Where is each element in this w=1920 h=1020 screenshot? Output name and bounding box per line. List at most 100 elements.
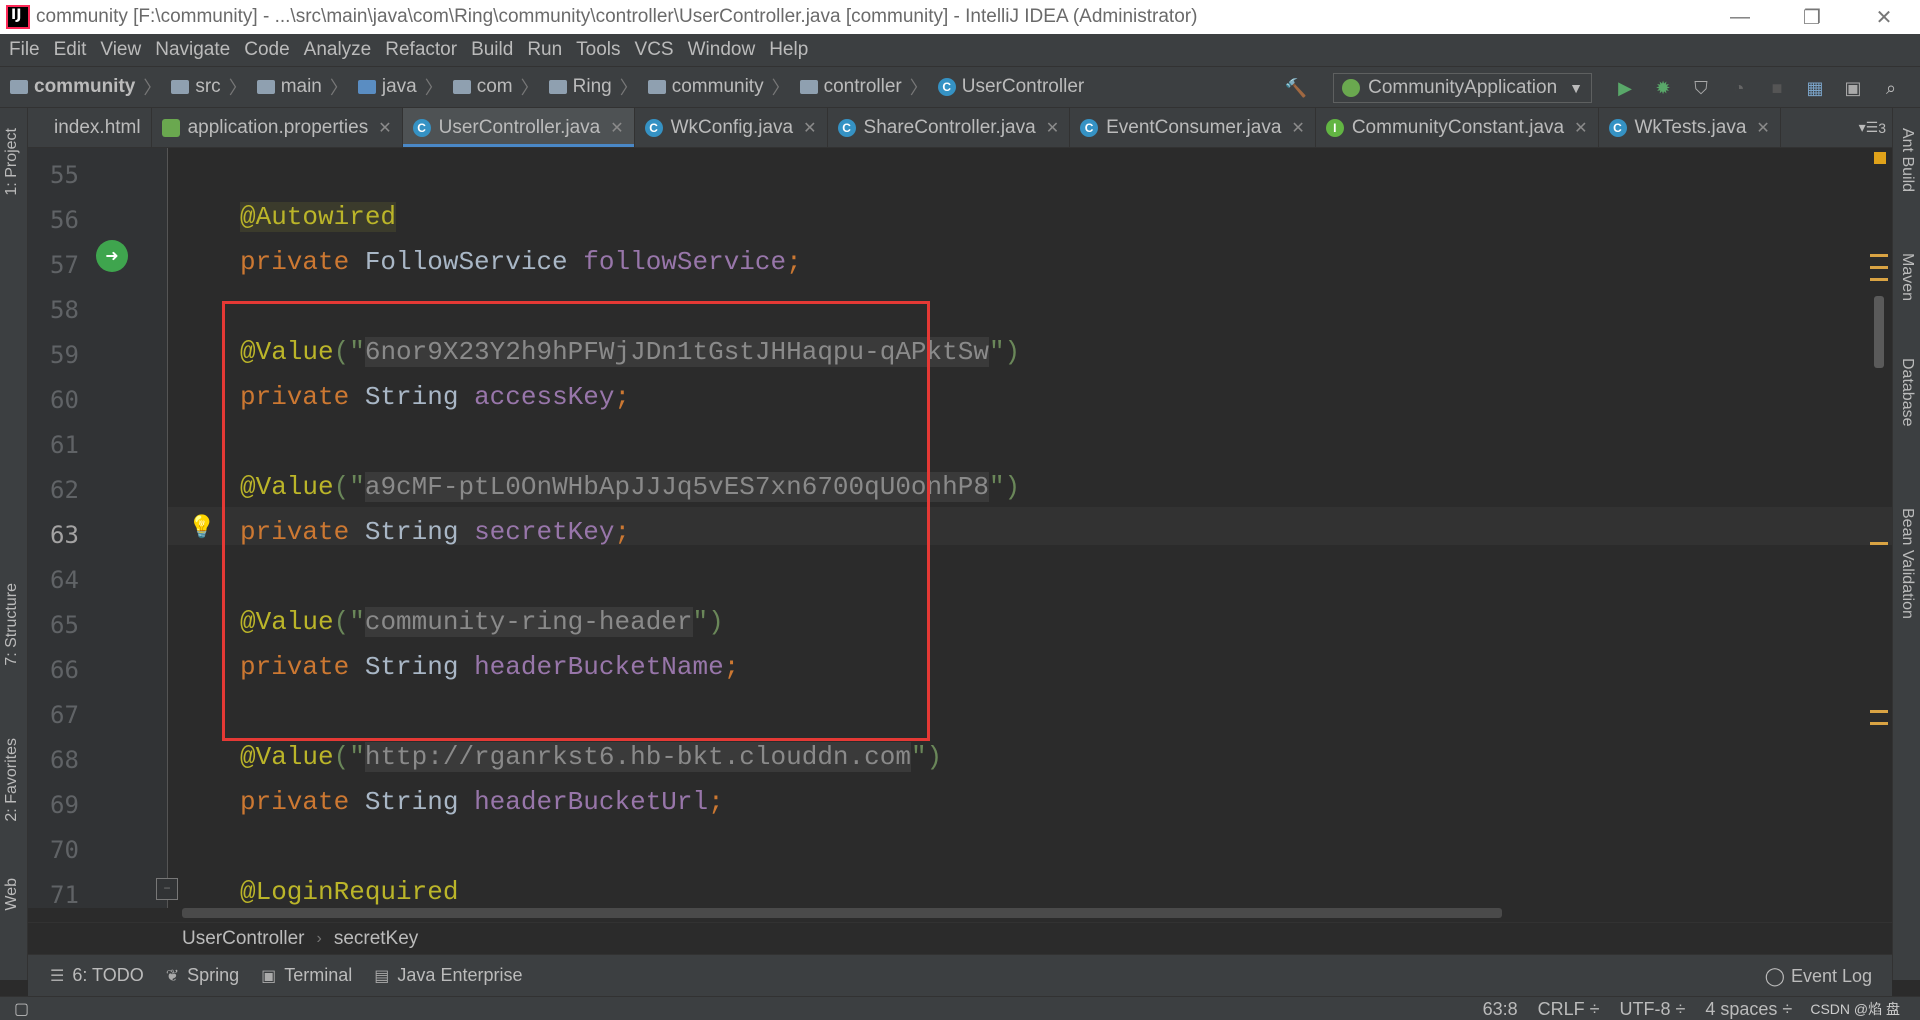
crumb-controller[interactable]: controller 〉 <box>799 74 928 100</box>
close-icon[interactable]: ✕ <box>610 118 623 138</box>
presentation-icon[interactable]: ▣ <box>1834 69 1872 107</box>
warning-status-icon[interactable] <box>1874 152 1886 164</box>
class-icon: C <box>837 118 856 137</box>
warning-mark[interactable] <box>1870 266 1888 269</box>
event-log-button[interactable]: ◯ Event Log <box>1765 955 1872 997</box>
close-icon[interactable]: ✕ <box>803 118 816 138</box>
menu-build[interactable]: Build <box>466 39 518 61</box>
menu-code[interactable]: Code <box>239 39 294 61</box>
spring-tool-button[interactable]: ❦ Spring <box>166 965 239 986</box>
close-icon[interactable]: ✕ <box>378 118 391 138</box>
close-button[interactable]: ✕ <box>1848 0 1920 34</box>
warning-mark[interactable] <box>1870 722 1888 725</box>
close-icon[interactable]: ✕ <box>1291 118 1304 138</box>
build-hammer-icon[interactable]: 🔨 <box>1277 69 1315 107</box>
menu-analyze[interactable]: Analyze <box>299 39 377 61</box>
menu-view[interactable]: View <box>95 39 146 61</box>
menu-tools[interactable]: Tools <box>571 39 625 61</box>
terminal-tool-button[interactable]: ▣ Terminal <box>261 965 352 986</box>
tab-application-properties[interactable]: application.properties ✕ <box>152 108 403 147</box>
close-icon[interactable]: ✕ <box>1046 118 1059 138</box>
horizontal-scrollbar[interactable] <box>182 908 1502 918</box>
breadcrumb-member[interactable]: secretKey <box>334 928 418 950</box>
todo-tool-button[interactable]: ☰ 6: TODO <box>50 965 144 986</box>
chevron-right-icon: 〉 <box>329 78 348 98</box>
bean-validation-tool-tab[interactable]: Bean Validation <box>1898 508 1916 619</box>
run-icon[interactable]: ▶ <box>1606 69 1644 107</box>
package-icon <box>647 80 666 94</box>
indent-setting[interactable]: 4 spaces ÷ <box>1705 999 1792 1020</box>
crumb-src[interactable]: src 〉 <box>171 74 247 100</box>
coverage-icon[interactable]: ⛉ <box>1682 69 1720 107</box>
file-encoding[interactable]: UTF-8 ÷ <box>1620 999 1686 1020</box>
menu-navigate[interactable]: Navigate <box>150 39 235 61</box>
project-structure-icon[interactable]: ▦ <box>1796 69 1834 107</box>
tab-label: application.properties <box>187 116 369 138</box>
minimize-button[interactable]: — <box>1704 0 1776 34</box>
stop-icon[interactable]: ■ <box>1758 69 1796 107</box>
spring-bean-gutter-icon[interactable]: ➜ <box>96 240 128 272</box>
chevron-right-icon: 〉 <box>520 78 539 98</box>
structure-tool-tab[interactable]: 7: Structure <box>3 583 21 666</box>
menu-file[interactable]: File <box>4 39 45 61</box>
warning-mark[interactable] <box>1870 254 1888 257</box>
search-icon[interactable]: ⌕ <box>1872 69 1910 107</box>
menu-help[interactable]: Help <box>764 39 813 61</box>
crumb-community[interactable]: community 〉 <box>10 74 161 100</box>
java-enterprise-tool-button[interactable]: ▤ Java Enterprise <box>374 965 522 986</box>
lightbulb-icon[interactable]: 💡 <box>188 514 215 540</box>
run-configuration-select[interactable]: CommunityApplication ▼ <box>1333 73 1592 103</box>
enterprise-icon: ▤ <box>374 967 390 985</box>
menu-edit[interactable]: Edit <box>49 39 92 61</box>
profile-icon[interactable]: ◔ <box>1720 69 1758 107</box>
tab-sharecontroller[interactable]: C ShareController.java ✕ <box>828 108 1071 147</box>
vertical-scrollbar[interactable] <box>1874 296 1884 368</box>
tab-label: index.html <box>54 116 141 138</box>
tab-usercontroller[interactable]: C UserController.java ✕ <box>402 108 635 147</box>
crumb-community-pkg[interactable]: community 〉 <box>647 74 790 100</box>
crumb-java[interactable]: java 〉 <box>357 74 443 100</box>
class-icon: C <box>412 118 431 137</box>
chevron-right-icon: 〉 <box>771 78 790 98</box>
string-delimiter: (" <box>333 742 365 772</box>
menu-vcs[interactable]: VCS <box>630 39 679 61</box>
crumb-label: controller <box>823 76 902 97</box>
menu-refactor[interactable]: Refactor <box>380 39 462 61</box>
status-bar: ▢ 63:8 CRLF ÷ UTF-8 ÷ 4 spaces ÷ CSDN @焰… <box>0 996 1920 1020</box>
caret-position[interactable]: 63:8 <box>1483 999 1518 1020</box>
tab-index-html[interactable]: index.html <box>28 108 152 147</box>
html-icon <box>38 119 46 137</box>
web-tool-tab[interactable]: Web <box>3 878 21 911</box>
ant-build-tool-tab[interactable]: Ant Build <box>1898 128 1916 192</box>
tab-communityconstant[interactable]: I CommunityConstant.java ✕ <box>1316 108 1599 147</box>
menu-run[interactable]: Run <box>522 39 567 61</box>
line-separator[interactable]: CRLF ÷ <box>1538 999 1600 1020</box>
code-line-56: @Autowired <box>240 198 397 236</box>
close-icon[interactable]: ✕ <box>1574 118 1587 138</box>
database-tool-tab[interactable]: Database <box>1898 358 1916 427</box>
favorites-tool-tab[interactable]: 2: Favorites <box>3 738 21 822</box>
crumb-main[interactable]: main 〉 <box>256 74 348 100</box>
menu-window[interactable]: Window <box>683 39 761 61</box>
line-number: 71 <box>50 881 79 909</box>
restore-button[interactable]: ❐ <box>1776 0 1848 34</box>
project-tool-tab[interactable]: 1: Project <box>3 128 21 196</box>
fold-marker-icon[interactable]: − <box>156 878 178 900</box>
debug-icon[interactable]: ✹ <box>1644 69 1682 107</box>
tabs-overflow-button[interactable]: ▾☰ 3 <box>1853 108 1892 147</box>
status-widgets: 63:8 CRLF ÷ UTF-8 ÷ 4 spaces ÷ CSDN @焰 盘 <box>1463 997 1900 1020</box>
crumb-usercontroller[interactable]: C UserController <box>937 76 1084 98</box>
warning-mark[interactable] <box>1870 710 1888 713</box>
warning-mark[interactable] <box>1870 278 1888 281</box>
crumb-com[interactable]: com 〉 <box>452 74 539 100</box>
tab-wkconfig[interactable]: C WkConfig.java ✕ <box>635 108 828 147</box>
crumb-ring[interactable]: Ring 〉 <box>548 74 638 100</box>
close-icon[interactable]: ✕ <box>1756 118 1769 138</box>
tab-eventconsumer[interactable]: C EventConsumer.java ✕ <box>1070 108 1316 147</box>
breadcrumb-class[interactable]: UserController <box>182 928 304 950</box>
toggle-tool-windows-icon[interactable]: ▢ <box>14 999 29 1019</box>
maven-tool-tab[interactable]: Maven <box>1898 253 1916 301</box>
tab-wktests[interactable]: C WkTests.java ✕ <box>1599 108 1781 147</box>
warning-mark[interactable] <box>1870 542 1888 545</box>
code-editor[interactable]: 55 56 57 58 59 60 61 62 63 64 65 66 67 6… <box>28 148 1892 922</box>
